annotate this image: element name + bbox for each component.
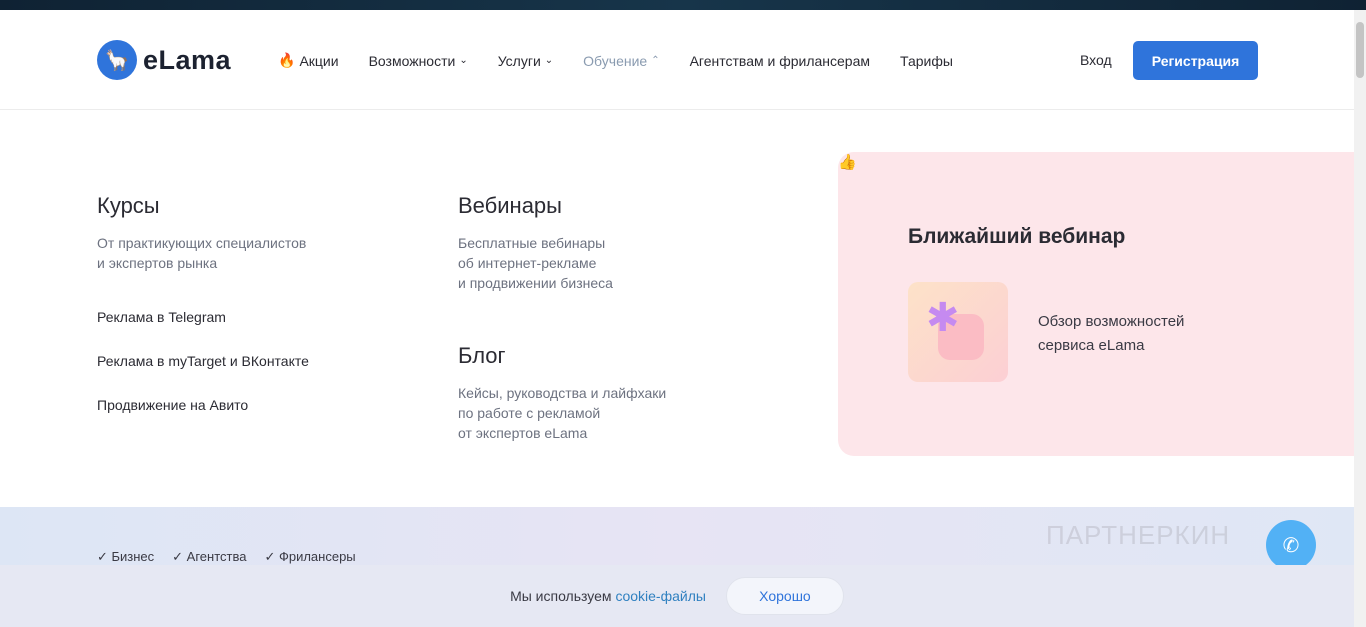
site-header: 🦙 eLama 🔥 Акции Возможности ⌄ Услуги ⌄ Обуч… [0, 10, 1354, 110]
nav-label: Возможности [368, 52, 456, 69]
courses-title[interactable]: Курсы [97, 193, 417, 219]
card-title: Ближайший вебинар [908, 225, 1126, 248]
subtitle-line: От практикующих специалистов [97, 235, 307, 251]
register-button[interactable]: Регистрация [1133, 41, 1258, 80]
nearest-webinar-card[interactable]: Ближайший вебинар ✱ Обзор возможностей се… [838, 152, 1354, 456]
llama-logo-icon: 🦙 [97, 40, 137, 80]
nav-features[interactable]: Возможности ⌄ [369, 52, 468, 69]
nav-services[interactable]: Услуги ⌄ [498, 52, 553, 69]
subtitle-line: и продвижении бизнеса [458, 275, 613, 291]
subtitle-line: об интернет-рекламе [458, 255, 597, 271]
nav-pricing[interactable]: Тарифы [900, 52, 953, 69]
subtitle-line: и экспертов рынка [97, 255, 218, 271]
subtitle-line: Кейсы, руководства и лайфхаки [458, 385, 667, 401]
subtitle-line: по работе с рекламой [458, 405, 601, 421]
nav-promo[interactable]: 🔥 Акции [278, 52, 339, 69]
blog-title[interactable]: Блог [458, 343, 758, 369]
fire-icon: 🔥 [278, 52, 296, 68]
phone-icon: ✆ [1282, 534, 1300, 557]
main-nav: 🔥 Акции Возможности ⌄ Услуги ⌄ Обучение ⌃ Аг… [278, 52, 953, 69]
check-freelancers: ✓ Фрилансеры [264, 549, 356, 564]
blog-subtitle: Кейсы, руководства и лайфхаки по работе с… [458, 383, 758, 443]
course-link-mytarget[interactable]: Реклама в myTarget и ВКонтакте [97, 353, 309, 369]
logo-text: eLama [143, 44, 232, 75]
nav-label: Обучение [583, 52, 648, 69]
chevron-up-icon: ⌃ [651, 55, 660, 66]
webinar-name[interactable]: Обзор возможностей сервиса eLama [1038, 310, 1184, 358]
logo[interactable]: 🦙 eLama [97, 40, 231, 80]
nav-label: Тарифы [900, 52, 953, 69]
watermark: ПАРТНЕРКИН [1046, 520, 1231, 550]
courses-subtitle: От практикующих специалистов и экспертов … [97, 233, 417, 273]
star-icon: ✱ [926, 296, 960, 340]
check-agencies: ✓ Агентства [172, 549, 247, 564]
webinar-name-line: Обзор возможностей [1038, 313, 1185, 330]
scrollbar[interactable] [1354, 10, 1366, 627]
audience-checks: ✓ Бизнес ✓ Агентства ✓ Фрилансеры [97, 549, 356, 565]
check-business: ✓ Бизнес [97, 549, 155, 564]
courses-section: Курсы От практикующих специалистов и эксп… [97, 193, 417, 423]
cookie-ok-button[interactable]: Хорошо [725, 577, 844, 615]
top-strip [0, 0, 1366, 10]
scrollbar-thumb[interactable] [1356, 22, 1364, 78]
cookie-link[interactable]: cookie-файлы [615, 588, 706, 604]
subtitle-line: от экспертов eLama [458, 425, 588, 441]
course-link-avito[interactable]: Продвижение на Авито [97, 397, 248, 413]
webinars-title[interactable]: Вебинары [458, 193, 758, 219]
chevron-down-icon: ⌄ [459, 55, 468, 66]
cookie-text: Мы используем cookie-файлы [510, 588, 706, 604]
course-link-telegram[interactable]: Реклама в Telegram [97, 309, 226, 325]
blog-section: Блог Кейсы, руководства и лайфхаки по раб… [458, 343, 758, 443]
nav-label: Услуги [497, 52, 541, 69]
nav-label: Агентствам и фрилансерам [689, 52, 871, 69]
login-link[interactable]: Вход [1080, 52, 1112, 68]
webinar-image: ✱ [908, 282, 1008, 382]
subtitle-line: Бесплатные вебинары [458, 235, 606, 251]
webinars-subtitle: Бесплатные вебинары об интернет-рекламе и … [458, 233, 758, 293]
chevron-down-icon: ⌄ [544, 55, 554, 66]
phone-call-button[interactable]: ✆ [1266, 520, 1316, 570]
webinars-section: Вебинары Бесплатные вебинары об интернет-… [458, 193, 758, 293]
thumbs-up-icon: 👍 [838, 154, 857, 171]
webinar-name-line: сервиса eLama [1038, 337, 1145, 354]
nav-agencies[interactable]: Агентствам и фрилансерам [690, 52, 870, 69]
cookie-banner: Мы используем cookie-файлы Хорошо [0, 565, 1354, 627]
nav-education[interactable]: Обучение ⌃ [583, 52, 659, 69]
cookie-message: Мы используем [510, 588, 616, 604]
nav-label: Акции [299, 52, 339, 69]
